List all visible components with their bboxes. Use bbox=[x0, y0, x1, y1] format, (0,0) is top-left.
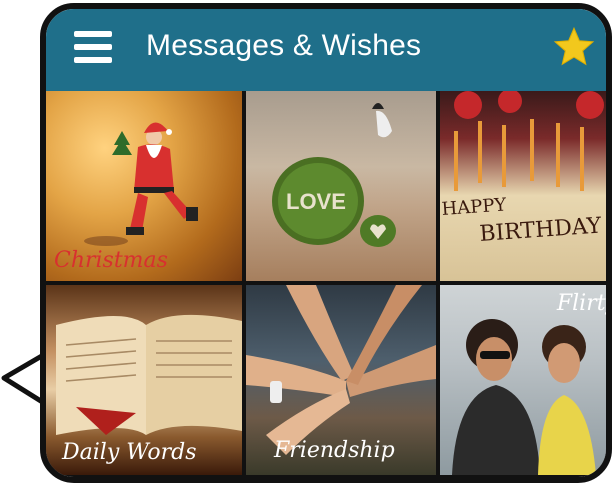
star-icon[interactable] bbox=[552, 25, 596, 69]
category-tile-partial[interactable] bbox=[46, 479, 242, 483]
svg-text:HAPPY: HAPPY bbox=[441, 194, 508, 220]
category-tile-birthday[interactable]: HAPPY BIRTHDAY bbox=[440, 91, 606, 281]
category-label: Christmas bbox=[54, 248, 168, 273]
hamburger-menu-icon[interactable] bbox=[74, 31, 112, 69]
love-leaf-image: LOVE bbox=[272, 103, 396, 247]
category-tile-love[interactable]: LOVE bbox=[246, 91, 436, 281]
birthday-cake-image: HAPPY BIRTHDAY bbox=[441, 91, 604, 247]
category-grid: Christmas LOVE HAPPY BIRTHDAY Daily Word… bbox=[46, 91, 606, 483]
category-label: Flirty bbox=[556, 291, 612, 316]
category-label: Friendship bbox=[274, 438, 395, 463]
app-screenshot: Messages & Wishes Christmas LOVE HAPPY B… bbox=[0, 0, 612, 483]
category-label: Daily Words bbox=[62, 440, 197, 465]
category-tile-daily-words[interactable]: Daily Words bbox=[46, 285, 242, 475]
category-tile-christmas[interactable]: Christmas bbox=[46, 91, 242, 281]
app-title: Messages & Wishes bbox=[146, 29, 422, 62]
svg-text:LOVE: LOVE bbox=[286, 189, 346, 214]
top-app-bar: Messages & Wishes bbox=[46, 9, 606, 91]
category-tile-friendship[interactable]: Friendship bbox=[246, 285, 436, 475]
svg-text:BIRTHDAY: BIRTHDAY bbox=[479, 213, 603, 246]
category-tile-flirty[interactable]: Flirty bbox=[440, 285, 612, 475]
category-tile-partial[interactable] bbox=[246, 479, 436, 483]
phone-screen: Messages & Wishes Christmas LOVE HAPPY B… bbox=[40, 3, 612, 483]
category-tile-partial[interactable] bbox=[440, 479, 612, 483]
